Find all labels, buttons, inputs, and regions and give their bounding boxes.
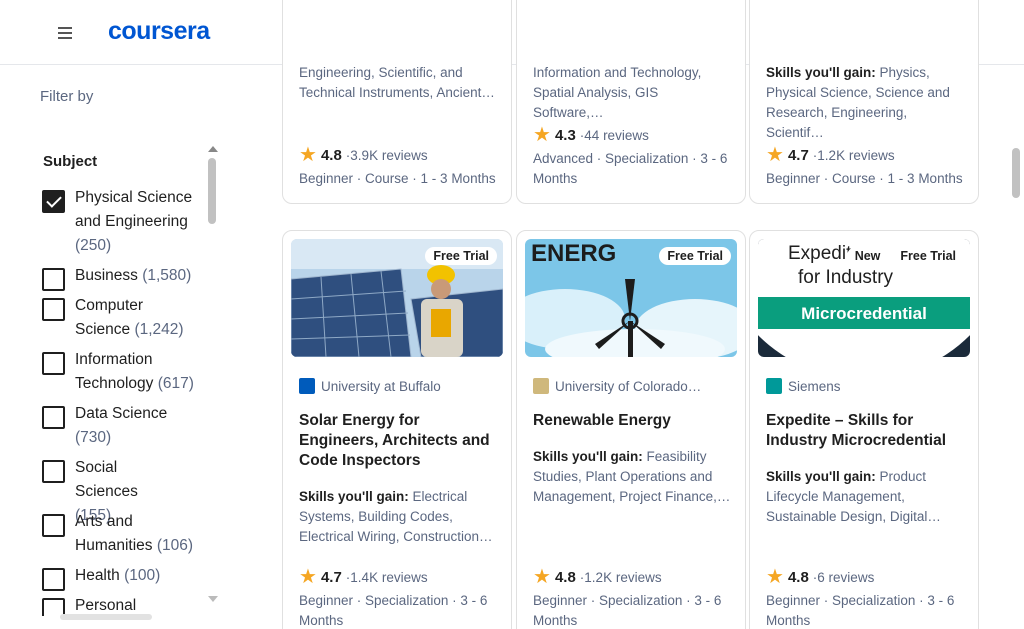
card-partner: University at Buffalo [299,378,441,394]
filter-label: Business (1,580) [75,267,192,284]
card-badges: Free Trial [659,247,731,265]
image-text: for Industry [798,267,894,288]
scroll-down-arrow-icon[interactable] [208,596,218,602]
card-meta: Beginner · Course · 1 - 3 Months [766,171,963,186]
page-scrollbar-thumb[interactable] [1012,148,1020,198]
course-card-renewable-energy[interactable]: ENERG Free Trial University of Colorado…… [516,230,746,629]
card-meta: Beginner · Course · 1 - 3 Months [299,171,496,186]
filter-label: Arts and Humanities (106) [75,513,194,554]
card-rating: ★ 4.8 · 1.2K reviews [533,566,662,588]
checkbox-health[interactable] [42,568,65,591]
subject-filter-list: Physical Science and Engineering (250) B… [40,186,205,616]
star-icon: ★ [533,566,551,588]
course-card-expedite[interactable]: Expedite for Industry Microcredential Ne… [749,230,979,629]
filter-item-business[interactable]: Business (1,580) [40,264,205,294]
card-meta: Beginner · Specialization · 3 - 6 Months [299,593,488,628]
card-partner: University of Colorado… [533,378,701,394]
card-skills: Information and Technology, Spatial Anal… [533,65,702,120]
image-text: ENERG [531,240,616,267]
checkbox-data-science[interactable] [42,406,65,429]
checkbox-computer-science[interactable] [42,298,65,321]
card-skills: Engineering, Scientific, and Technical I… [299,65,495,100]
card-rating: ★ 4.8 · 6 reviews [766,566,875,588]
filter-scrollbar[interactable] [207,146,218,606]
free-trial-badge: Free Trial [659,247,731,265]
filter-count: (1,242) [134,321,184,338]
card-meta: Beginner · Specialization · 3 - 6 Months [766,593,955,628]
card-skills: Skills you'll gain: Product Lifecycle Ma… [766,469,941,524]
scrollbar-thumb[interactable] [60,614,152,620]
card-partner: Siemens [766,378,841,394]
card-meta: Advanced · Specialization · 3 - 6 Months [533,151,728,186]
checkbox-information-technology[interactable] [42,352,65,375]
card-badges: Free Trial [425,247,497,265]
filter-count: (617) [157,375,194,392]
filter-item-arts-humanities[interactable]: Arts and Humanities (106) [40,510,205,564]
filter-count: (730) [75,429,112,446]
filter-label: Information Technology (617) [75,351,194,392]
filter-count: (1,580) [142,267,192,284]
filter-item-information-technology[interactable]: Information Technology (617) [40,348,205,402]
filter-label: Health (100) [75,567,161,584]
course-card[interactable]: Skills you'll gain: Physics, Physical Sc… [749,0,979,204]
card-title[interactable]: Expedite – Skills for Industry Microcred… [766,411,966,451]
checkbox-physical-science[interactable] [42,190,65,213]
hamburger-menu-icon[interactable] [50,18,80,48]
card-title[interactable]: Renewable Energy [533,411,733,431]
coursera-logo[interactable]: coursera [108,17,210,46]
filter-label: Physical Science and Engineering (250) [75,189,193,254]
star-icon: ★ [299,144,317,166]
star-icon: ★ [299,566,317,588]
card-skills: Skills you'll gain: Physics, Physical Sc… [766,65,950,140]
filter-label: Personal [75,597,137,614]
filter-horizontal-scrollbar[interactable] [40,614,200,622]
course-card[interactable]: Engineering, Scientific, and Technical I… [282,0,512,204]
checkbox-business[interactable] [42,268,65,291]
subject-filter-heading: Subject [43,153,98,170]
free-trial-badge: Free Trial [425,247,497,265]
filter-count: (100) [124,567,161,584]
card-rating: ★ 4.7 · 1.4K reviews [299,566,428,588]
filter-item-computer-science[interactable]: Computer Science (1,242) [40,294,205,348]
card-rating: ★ 4.7 · 1.2K reviews [766,144,895,166]
filter-count: (106) [156,537,194,554]
card-title[interactable]: Solar Energy for Engineers, Architects a… [299,411,499,471]
new-badge: New [846,247,889,265]
filter-item-personal[interactable]: Personal [40,594,205,616]
course-card[interactable]: Information and Technology, Spatial Anal… [516,0,746,204]
card-badges: New Free Trial [846,247,964,265]
card-skills: Skills you'll gain: Feasibility Studies,… [533,449,731,504]
filter-label: Data Science (730) [75,405,168,446]
filter-item-health[interactable]: Health (100) [40,564,205,594]
filter-count: (250) [75,237,112,254]
scrollbar-thumb[interactable] [208,158,216,224]
star-icon: ★ [533,124,551,146]
card-rating: ★ 4.8 · 3.9K reviews [299,144,428,166]
star-icon: ★ [766,566,784,588]
scroll-up-arrow-icon[interactable] [208,146,218,152]
star-icon: ★ [766,144,784,166]
filter-item-data-science[interactable]: Data Science (730) [40,402,205,456]
card-skills: Skills you'll gain: Electrical Systems, … [299,489,493,544]
card-meta: Beginner · Specialization · 3 - 6 Months [533,593,722,628]
ub-logo-icon [299,378,315,394]
filter-item-social-sciences[interactable]: Social Sciences (155) [40,456,205,524]
siemens-logo-icon [766,378,782,394]
filter-item-physical-science[interactable]: Physical Science and Engineering (250) [40,186,205,264]
image-banner: Microcredential [801,304,927,323]
filter-label: Computer Science (1,242) [75,297,184,338]
filter-by-heading: Filter by [40,88,94,105]
course-card-solar-energy[interactable]: Free Trial University at Buffalo Solar E… [282,230,512,629]
checkbox-arts-humanities[interactable] [42,514,65,537]
free-trial-badge: Free Trial [892,247,964,265]
checkbox-social-sciences[interactable] [42,460,65,483]
cu-logo-icon [533,378,549,394]
card-rating: ★ 4.3 · 44 reviews [533,124,649,146]
